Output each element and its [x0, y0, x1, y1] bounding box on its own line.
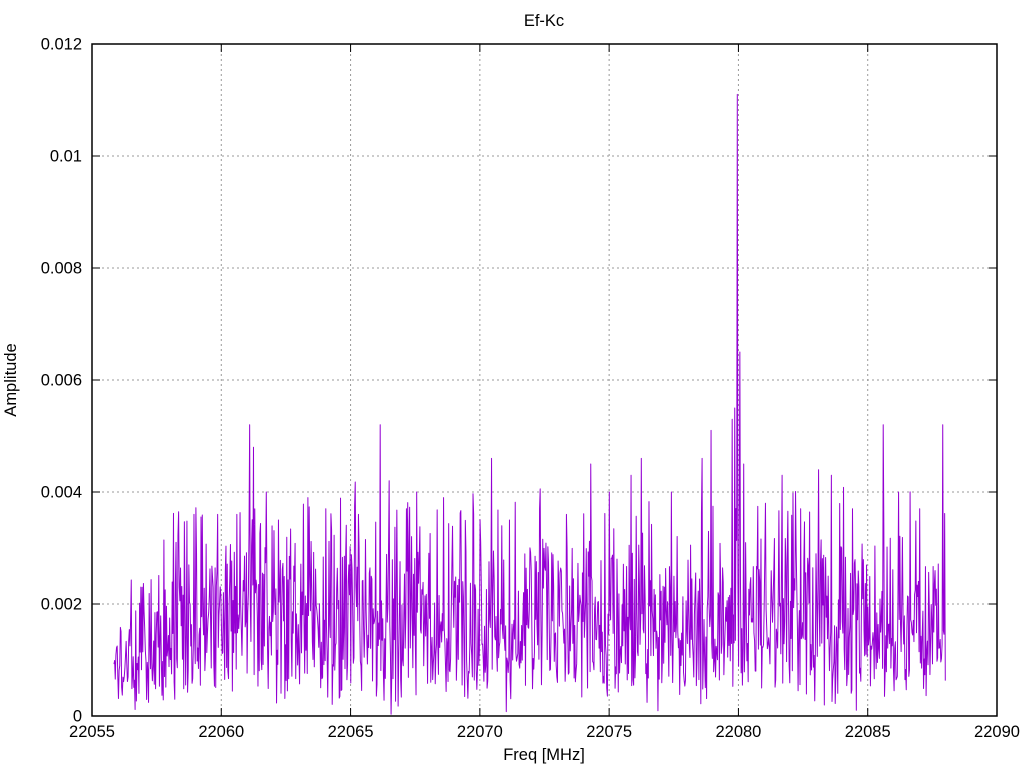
x-tick-label: 22065: [328, 723, 374, 741]
x-tick-label: 22055: [69, 723, 115, 741]
y-tick-label: 0.01: [50, 148, 82, 166]
x-tick-label: 22060: [198, 723, 244, 741]
y-tick-label: 0.002: [41, 596, 82, 614]
y-tick-label: 0.012: [41, 36, 82, 54]
x-tick-label: 22090: [974, 723, 1020, 741]
x-axis-label: Freq [MHz]: [503, 746, 585, 764]
x-tick-label: 22085: [845, 723, 891, 741]
y-tick-label: 0: [73, 708, 82, 726]
y-axis-label: Amplitude: [2, 343, 20, 416]
chart-title: Ef-Kc: [524, 12, 564, 30]
plot-canvas: 22055 22060 22065 22070 22075 22080 22085 22090…: [2, 12, 1020, 764]
y-tick-label: 0.008: [41, 260, 82, 278]
x-tick-label: 22070: [457, 723, 503, 741]
y-tick-label: 0.006: [41, 372, 82, 390]
x-tick-label: 22075: [586, 723, 632, 741]
series-layer: [113, 93, 946, 715]
x-tick-label: 22080: [715, 723, 761, 741]
y-tick-label: 0.004: [41, 484, 82, 502]
series-line: [113, 93, 946, 715]
